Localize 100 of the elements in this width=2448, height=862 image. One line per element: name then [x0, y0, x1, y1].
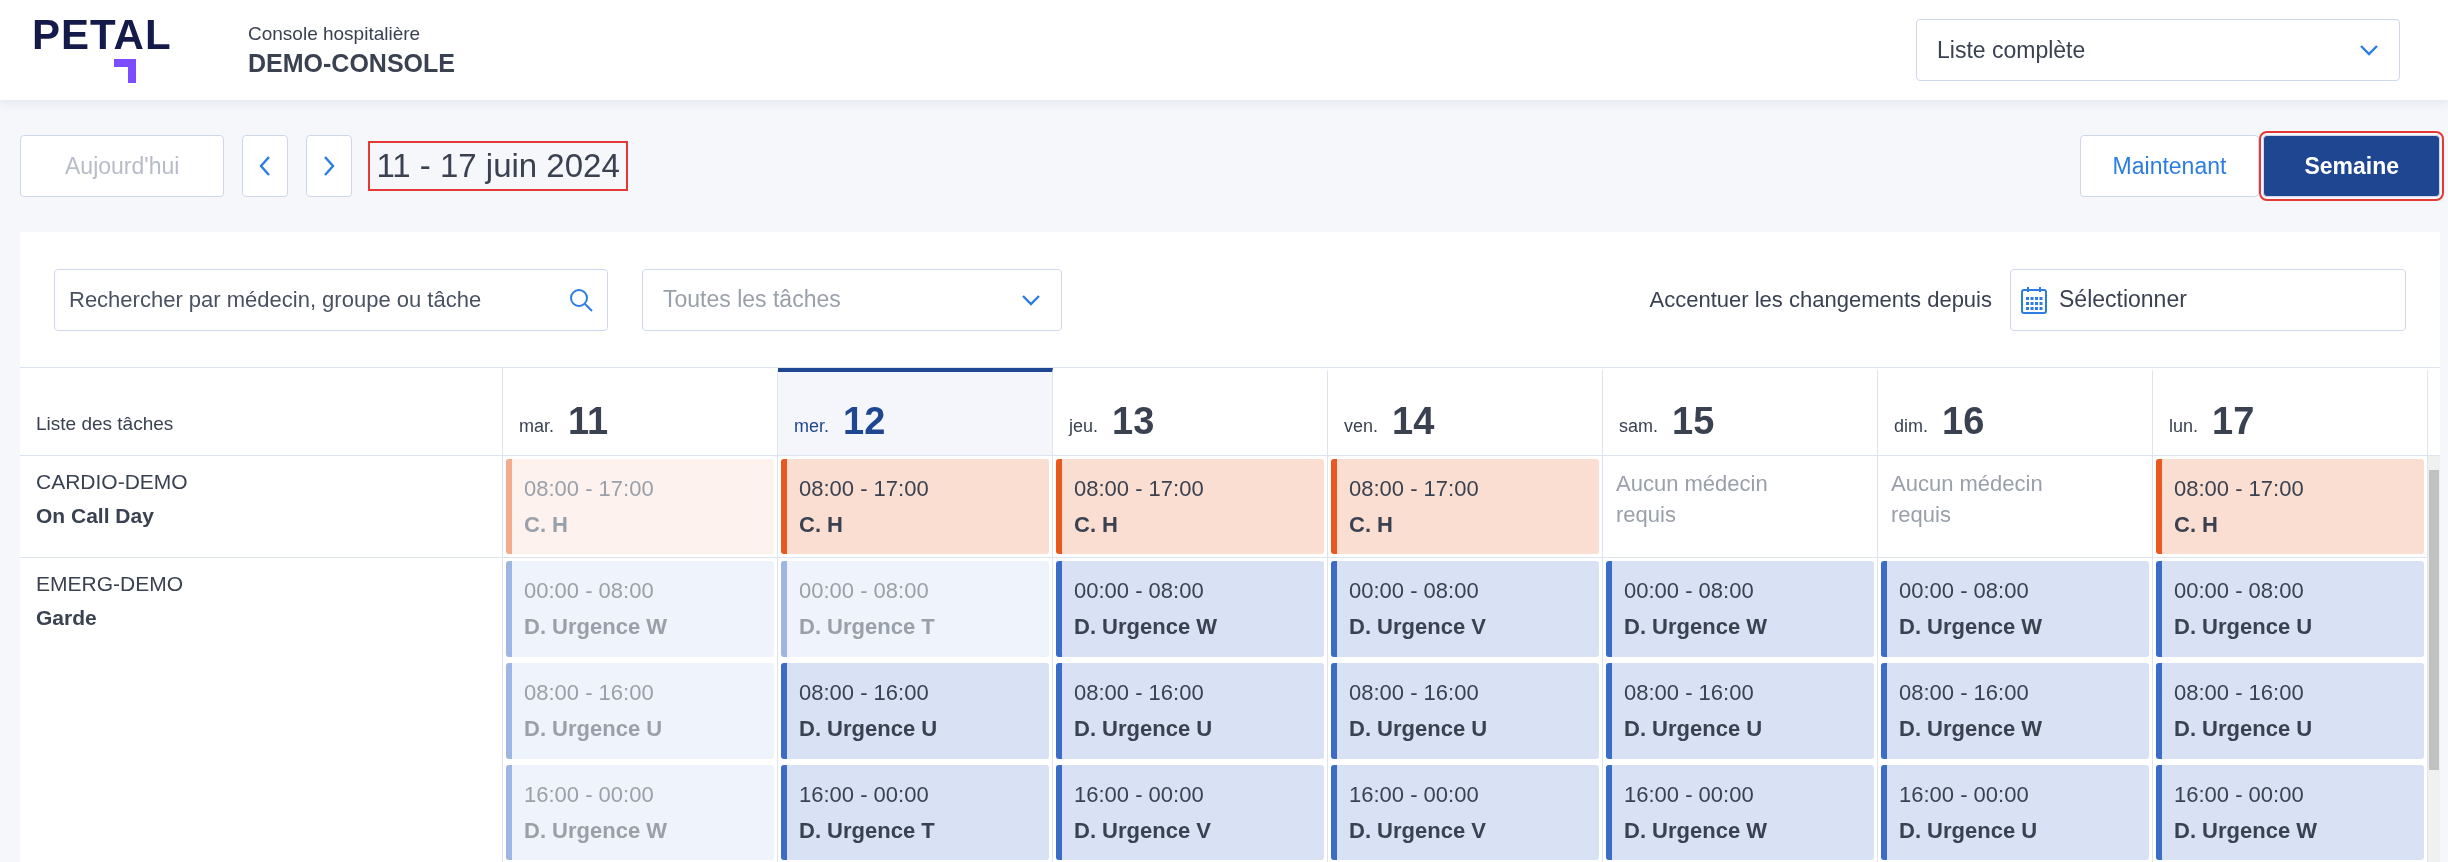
- doctor-name: D. Urgence W: [1899, 614, 2043, 640]
- shift-card[interactable]: 08:00 - 16:00 D. Urgence U: [2156, 663, 2424, 759]
- shift-card[interactable]: 00:00 - 08:00 D. Urgence W: [1056, 561, 1324, 657]
- scrollbar[interactable]: [2428, 456, 2440, 862]
- console-title: DEMO-CONSOLE: [248, 48, 455, 78]
- doctor-name: C. H: [1074, 511, 1119, 538]
- shift-card[interactable]: 08:00 - 16:00 D. Urgence U: [781, 663, 1049, 759]
- doctor-name: D. Urgence U: [1074, 716, 1213, 742]
- doctor-name: D. Urgence U: [524, 716, 663, 742]
- shift-time: 16:00 - 00:00: [2174, 781, 2305, 808]
- shift-time: 00:00 - 08:00: [1624, 578, 1755, 604]
- shift-time: 08:00 - 17:00: [799, 475, 929, 502]
- shift-time: 00:00 - 08:00: [524, 578, 655, 604]
- shift-time: 00:00 - 08:00: [2174, 578, 2305, 604]
- day-header[interactable]: dim. 16: [1878, 368, 2153, 456]
- shift-card[interactable]: 08:00 - 16:00 D. Urgence U: [1056, 663, 1324, 759]
- console-subtitle: Console hospitalière: [248, 22, 422, 45]
- doctor-name: D. Urgence W: [1624, 817, 1768, 844]
- chevron-left-icon: [259, 155, 272, 177]
- shift-time: 00:00 - 08:00: [1074, 578, 1205, 604]
- doctor-name: D. Urgence U: [799, 716, 938, 742]
- highlight-label: Accentuer les changements depuis: [1649, 286, 1992, 313]
- doctor-name: D. Urgence U: [2174, 614, 2313, 640]
- list-select[interactable]: Liste complète: [1916, 19, 2400, 81]
- shift-time: 08:00 - 16:00: [1349, 680, 1480, 706]
- logo: PETAL: [32, 15, 172, 85]
- view-tab[interactable]: Maintenant: [2079, 135, 2260, 197]
- shift-card[interactable]: 16:00 - 00:00 D. Urgence T: [781, 765, 1049, 860]
- doctor-name: D. Urgence U: [2174, 716, 2313, 742]
- shift-card[interactable]: 08:00 - 16:00 D. Urgence W: [1881, 663, 2149, 759]
- shift-time: 08:00 - 16:00: [799, 680, 930, 706]
- task-name: On Call Day: [36, 504, 155, 528]
- shift-time: 08:00 - 16:00: [1899, 680, 2030, 706]
- doctor-name: C. H: [524, 511, 569, 538]
- doctor-name: D. Urgence W: [524, 614, 668, 640]
- shift-time: 16:00 - 00:00: [1349, 781, 1480, 808]
- doctor-name: D. Urgence U: [1899, 817, 2038, 844]
- day-header[interactable]: sam. 15: [1603, 368, 1878, 456]
- shift-card[interactable]: 16:00 - 00:00 D. Urgence V: [1331, 765, 1599, 860]
- shift-time: 08:00 - 16:00: [1624, 680, 1755, 706]
- doctor-name: D. Urgence W: [2174, 817, 2318, 844]
- shift-time: 08:00 - 17:00: [1074, 475, 1204, 502]
- shift-card[interactable]: 08:00 - 17:00 C. H: [1331, 459, 1599, 554]
- group-name: EMERG-DEMO: [36, 572, 184, 596]
- doctor-name: D. Urgence T: [799, 614, 935, 640]
- task-name: Garde: [36, 606, 98, 630]
- shift-card[interactable]: 00:00 - 08:00 D. Urgence W: [1606, 561, 1874, 657]
- shift-time: 16:00 - 00:00: [1624, 781, 1755, 808]
- day-header[interactable]: ven. 14: [1328, 368, 1603, 456]
- previous-button[interactable]: [242, 135, 289, 197]
- shift-time: 16:00 - 00:00: [524, 781, 655, 808]
- doctor-name: D. Urgence V: [1349, 817, 1486, 844]
- search-icon: [568, 286, 594, 313]
- no-doctor-note: Aucun médecin requis: [1890, 470, 2044, 529]
- date-picker[interactable]: Sélectionner: [2010, 268, 2406, 331]
- no-doctor-note: Aucun médecin requis: [1615, 470, 1769, 529]
- shift-time: 08:00 - 17:00: [1349, 475, 1479, 502]
- doctor-name: D. Urgence W: [1624, 614, 1768, 640]
- day-header[interactable]: mar. 11: [503, 368, 778, 456]
- shift-card[interactable]: 08:00 - 17:00 C. H: [781, 459, 1049, 554]
- shift-time: 08:00 - 16:00: [1074, 680, 1205, 706]
- shift-time: 00:00 - 08:00: [1899, 578, 2030, 604]
- group-name: CARDIO-DEMO: [36, 470, 189, 494]
- shift-card[interactable]: 08:00 - 16:00 D. Urgence U: [1606, 663, 1874, 759]
- shift-card[interactable]: 08:00 - 17:00 C. H: [2156, 459, 2424, 554]
- doctor-name: D. Urgence U: [1624, 716, 1763, 742]
- shift-card[interactable]: 00:00 - 08:00 D. Urgence V: [1331, 561, 1599, 657]
- shift-card[interactable]: 16:00 - 00:00 D. Urgence W: [1606, 765, 1874, 860]
- doctor-name: C. H: [2174, 511, 2219, 538]
- doctor-name: D. Urgence W: [1899, 716, 2043, 742]
- shift-time: 16:00 - 00:00: [1899, 781, 2030, 808]
- chevron-down-icon: [1021, 293, 1041, 306]
- shift-time: 00:00 - 08:00: [1349, 578, 1480, 604]
- doctor-name: D. Urgence T: [799, 817, 935, 844]
- doctor-name: D. Urgence W: [524, 817, 668, 844]
- date-range: 11 - 17 juin 2024: [370, 143, 626, 189]
- doctor-name: D. Urgence W: [1074, 614, 1218, 640]
- chevron-down-icon: [2359, 44, 2379, 56]
- next-button[interactable]: [306, 135, 353, 197]
- chevron-right-icon: [323, 155, 336, 177]
- doctor-name: C. H: [799, 511, 844, 538]
- shift-card[interactable]: 00:00 - 08:00 D. Urgence W: [1881, 561, 2149, 657]
- shift-time: 16:00 - 00:00: [799, 781, 930, 808]
- doctor-name: D. Urgence V: [1349, 614, 1486, 640]
- shift-card[interactable]: 08:00 - 17:00 C. H: [1056, 459, 1324, 554]
- shift-card[interactable]: 16:00 - 00:00 D. Urgence V: [1056, 765, 1324, 860]
- shift-time: 16:00 - 00:00: [1074, 781, 1205, 808]
- shift-time: 08:00 - 17:00: [524, 475, 654, 502]
- shift-card[interactable]: 08:00 - 16:00 D. Urgence U: [1331, 663, 1599, 759]
- shift-card[interactable]: 16:00 - 00:00 D. Urgence U: [1881, 765, 2149, 860]
- doctor-name: C. H: [1349, 511, 1394, 538]
- day-header[interactable]: jeu. 13: [1053, 368, 1328, 456]
- day-header[interactable]: lun. 17: [2153, 368, 2428, 456]
- day-header[interactable]: mer. 12: [778, 368, 1053, 456]
- shift-time: 00:00 - 08:00: [799, 578, 930, 604]
- shift-time: 08:00 - 16:00: [2174, 680, 2305, 706]
- search-field[interactable]: Rechercher par médecin, groupe ou tâche: [54, 268, 608, 331]
- calendar-icon: [2021, 285, 2047, 314]
- shift-card[interactable]: 16:00 - 00:00 D. Urgence W: [2156, 765, 2424, 860]
- shift-card[interactable]: 00:00 - 08:00 D. Urgence U: [2156, 561, 2424, 657]
